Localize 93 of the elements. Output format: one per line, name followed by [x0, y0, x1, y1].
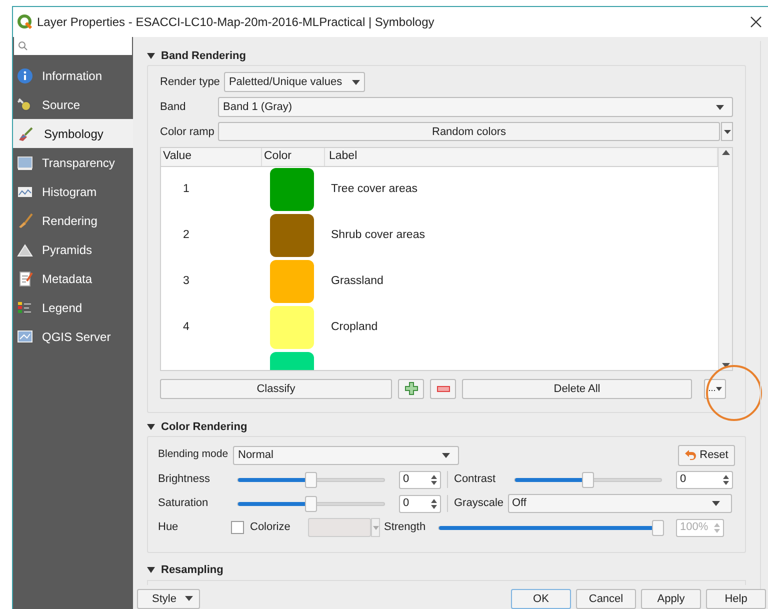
band-dropdown[interactable]: Band 1 (Gray): [218, 97, 733, 118]
style-button[interactable]: Style: [137, 588, 200, 609]
image-icon: [16, 154, 34, 170]
section-title: Color Rendering: [161, 420, 248, 436]
field-label: Brightness: [158, 472, 211, 488]
info-icon: [16, 68, 34, 84]
dialog-button[interactable]: OK: [511, 588, 571, 609]
scrollbar[interactable]: [718, 148, 732, 370]
table-cell-text: Grassland: [330, 274, 384, 290]
spin-box[interactable]: 0: [399, 470, 441, 489]
sidebar-item[interactable]: Symbology: [13, 119, 133, 148]
caret-icon: [442, 452, 450, 458]
section-title: Band Rendering: [161, 48, 246, 64]
sidebar-item[interactable]: Transparency: [13, 148, 133, 177]
field-label: Hue: [158, 520, 180, 536]
spin-box[interactable]: 0: [399, 494, 441, 513]
sidebar-item[interactable]: Metadata: [13, 264, 133, 293]
sidebar-item[interactable]: Rendering: [13, 206, 133, 235]
dialog-button[interactable]: Help: [706, 588, 766, 609]
field-label: Strength: [384, 520, 427, 536]
table-cell-text: 3: [182, 274, 190, 290]
field-label: Colorize: [250, 520, 292, 536]
pyramid-icon: [16, 242, 34, 258]
checkbox[interactable]: [231, 521, 244, 534]
field-label: Blending mode: [158, 447, 230, 462]
undo-icon: [684, 450, 696, 460]
annotation-circle: [705, 364, 763, 422]
color-ramp-button[interactable]: Random colors: [218, 122, 720, 142]
search-field[interactable]: [14, 37, 132, 55]
caret-icon: [716, 104, 724, 110]
caret-icon: [185, 596, 193, 602]
dialog-button[interactable]: Apply: [641, 588, 701, 609]
table-cell-text: 2: [182, 228, 190, 244]
add-button[interactable]: [398, 378, 424, 399]
blending-mode-dropdown[interactable]: Normal: [233, 446, 459, 465]
caret-icon: [724, 130, 730, 134]
minus-icon: [436, 386, 450, 392]
color-swatch[interactable]: [270, 306, 314, 350]
caret-icon: [716, 386, 722, 391]
color-button[interactable]: [308, 518, 371, 538]
more-button[interactable]: ...: [704, 378, 726, 399]
render-type-dropdown[interactable]: Paletted/Unique values: [224, 72, 366, 92]
field-label: Band: [160, 100, 187, 116]
delete-all-button[interactable]: Delete All: [462, 378, 692, 399]
search-icon: [18, 41, 28, 51]
sidebar-item[interactable]: Legend: [13, 293, 133, 322]
map-icon: [16, 328, 34, 344]
field-label: Render type: [160, 75, 220, 90]
sidebar-item[interactable]: Pyramids: [13, 235, 133, 264]
app-logo-icon: [17, 14, 33, 30]
section-title: Resampling: [161, 562, 224, 578]
caret-icon: [712, 501, 720, 506]
caret-icon: [372, 526, 378, 530]
table-cell-text: Tree cover areas: [330, 182, 418, 198]
collapse-triangle-icon[interactable]: [147, 567, 155, 574]
reset-button[interactable]: Reset: [678, 444, 735, 466]
window-title: Layer Properties - ESACCI-LC10-Map-20m-2016-MLPractical | Symbology: [37, 14, 434, 31]
field-label: Color ramp: [160, 124, 216, 140]
slider-handle[interactable]: [305, 472, 317, 488]
dialog-button[interactable]: Cancel: [576, 588, 636, 609]
slider-handle[interactable]: [582, 472, 594, 488]
remove-button[interactable]: [430, 378, 456, 399]
table-cell-text: Cropland: [330, 320, 378, 336]
color-swatch[interactable]: [270, 168, 314, 212]
scroll-up-icon[interactable]: [722, 150, 730, 155]
column-header[interactable]: Color: [262, 148, 325, 166]
color-swatch[interactable]: [270, 214, 314, 258]
color-menu-button[interactable]: [371, 518, 380, 538]
close-icon[interactable]: [750, 16, 762, 28]
color-ramp-menu-button[interactable]: [721, 122, 733, 142]
sidebar-item[interactable]: Source: [13, 90, 133, 119]
slider-handle[interactable]: [305, 496, 317, 512]
scroll-down-icon[interactable]: [722, 362, 730, 368]
table-cell-text: 1: [182, 182, 190, 198]
caret-icon: [352, 80, 360, 85]
grayscale-dropdown[interactable]: Off: [508, 494, 732, 514]
plus-icon: [404, 382, 418, 396]
color-swatch[interactable]: [270, 260, 314, 304]
field-label: Grayscale: [454, 496, 505, 512]
table-cell-text: 4: [182, 320, 190, 336]
sidebar-item[interactable]: Histogram: [13, 177, 133, 206]
field-label: Saturation: [158, 496, 210, 512]
collapse-triangle-icon[interactable]: [147, 424, 155, 430]
spin-box[interactable]: 0: [676, 470, 733, 489]
table-cell-text: Shrub cover areas: [330, 228, 425, 244]
legend-icon: [16, 300, 34, 316]
sidebar-item[interactable]: QGIS Server: [13, 322, 133, 351]
paintbrush-icon: [16, 126, 34, 142]
field-label: Contrast: [454, 472, 497, 488]
column-header[interactable]: Value: [161, 148, 262, 166]
collapse-triangle-icon[interactable]: [147, 52, 155, 59]
sidebar-item[interactable]: Information: [13, 61, 133, 90]
classify-button[interactable]: Classify: [160, 378, 392, 399]
